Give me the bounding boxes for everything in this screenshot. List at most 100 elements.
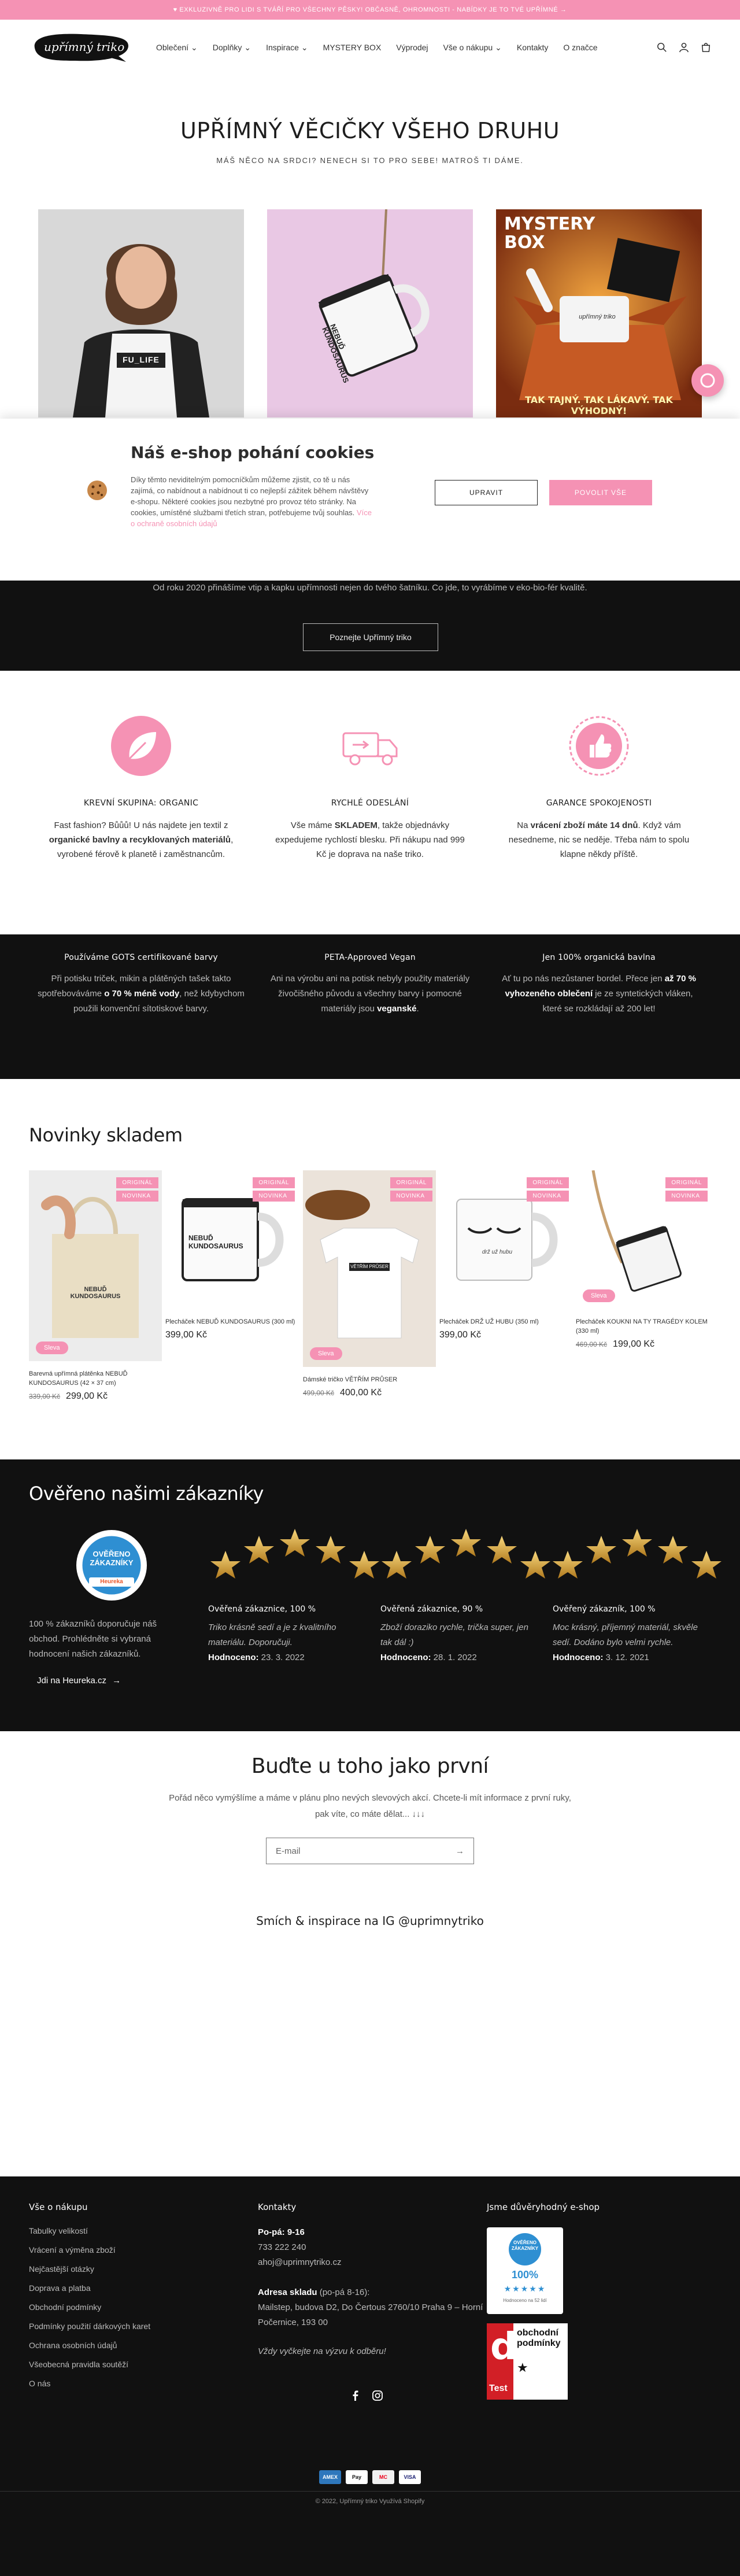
chevron-down-icon: ⌄ [244,42,251,52]
promo-card-mystery-box[interactable]: MYSTERY BOX upřímný triko TAK TAJNÝ. TAK… [496,209,702,417]
thumbs-up-badge-icon [569,716,629,776]
social-links [350,2390,383,2401]
promo-card-tshirt[interactable]: FU_LIFE [38,209,244,417]
footer-link[interactable]: Podmínky použití dárkových karet [29,2322,150,2331]
about-section: Od roku 2020 přinášíme vtip a kapku upří… [0,581,740,671]
product-card[interactable]: VĚTŘÍM PRŮSER ORIGINÁL NOVINKA Sleva Dáms… [303,1170,436,1398]
badge-original: ORIGINÁL [253,1177,295,1188]
leaf-icon [111,716,171,776]
nav-item-vse-o-nakupu[interactable]: Vše o nákupu ⌄ [443,43,502,53]
review-item: Ověřený zákazník, 100 % Moc krásný, příj… [553,1605,698,1662]
newsletter-text: Pořád něco vymýšlíme a máme v plánu plno… [169,1793,571,1819]
hero-title: UPŘÍMNÝ VĚCIČKY VŠEHO DRUHU [180,118,560,143]
cookie-allow-all-button[interactable]: POVOLIT VŠE [549,480,652,505]
nav-item-mystery-box[interactable]: MYSTERY BOX [323,43,382,53]
badge-original: ORIGINÁL [390,1177,432,1188]
footer-link[interactable]: Nejčastější otázky [29,2264,150,2274]
nav-item-kontakty[interactable]: Kontakty [517,43,548,53]
badge-new: NOVINKA [390,1191,432,1202]
mystery-cup-text: upřímný triko [579,313,616,320]
nav-item-obleceni[interactable]: Oblečení ⌄ [156,43,198,53]
footer-link[interactable]: Doprava a platba [29,2283,150,2293]
footer-phone[interactable]: 733 222 240 [258,2240,489,2255]
eco-gots: Používáme GOTS certifikované barvy Při p… [38,953,245,1014]
tshirt-product-text: VĚTŘÍM PRŮSER [350,1264,388,1269]
product-price: 399,00 Kč [439,1330,482,1340]
badge-new: NOVINKA [665,1191,708,1202]
search-icon[interactable] [657,42,667,53]
dtest-certificate[interactable]: d Test obchodní podmínky ★ [487,2323,568,2400]
product-name[interactable]: Plecháček DRŽ UŽ HUBU (350 ml) [439,1317,572,1326]
footer-link[interactable]: Ochrana osobních údajů [29,2341,150,2350]
site-footer: Vše o nákupu Tabulky velikostí Vrácení a… [0,2176,740,2576]
footer-email[interactable]: ahoj@uprimnytriko.cz [258,2255,489,2270]
footer-link[interactable]: Všeobecná pravidla soutěží [29,2360,150,2369]
cookie-text: Díky těmto neviditelným pomocníčkům může… [131,475,372,528]
nav-item-vyprodej[interactable]: Výprodej [396,43,428,53]
feature-organic: KREVNÍ SKUPINA: ORGANIC Fast fashion? Bů… [37,715,245,862]
product-card[interactable]: NEBUĎ KUNDOSAURUS ORIGINÁL NOVINKA Sleva … [29,1170,162,1402]
heureka-badge[interactable]: OVĚŘENO ZÁKAZNÍKY Heureka [75,1529,148,1602]
nav-item-o-znacce[interactable]: O značce [563,43,597,53]
mastercard-icon: MC [372,2470,394,2484]
footer-link[interactable]: Obchodní podmínky [29,2302,150,2312]
feature-shipping: RYCHLÉ ODESLÁNÍ Vše máme SKLADEM, takže … [266,715,474,862]
heureka-certificate[interactable]: OVĚŘENO ZÁKAZNÍKY 100% ★★★★★ Hodnoceno n… [487,2227,563,2314]
amex-icon: AMEX [319,2470,341,2484]
review-item: Ověřená zákaznice, 90 % Zboží doraziko r… [380,1605,528,1662]
sale-badge: Sleva [36,1341,68,1354]
product-image[interactable]: drž už hubu ORIGINÁL NOVINKA [439,1170,572,1309]
about-button[interactable]: Poznejte Upřímný triko [303,623,438,651]
five-stars-icon [382,1529,550,1579]
badge-new: NOVINKA [527,1191,569,1202]
product-price: 399,00 Kč [165,1330,208,1340]
product-name[interactable]: Plecháček NEBUĎ KUNDOSAURUS (300 ml) [165,1317,298,1326]
announcement-bar[interactable]: ♥ Exkluzivně pro lidi s tváří pro všechn… [0,0,740,20]
account-icon[interactable] [679,42,689,53]
product-image[interactable]: NEBUĎ KUNDOSAURUS ORIGINÁL NOVINKA [165,1170,298,1309]
review-item: Ověřená zákaznice, 100 % Triko krásně se… [208,1605,336,1662]
chat-button[interactable] [691,364,724,397]
footer-link[interactable]: Tabulky velikostí [29,2226,150,2235]
nav-item-inspirace[interactable]: Inspirace ⌄ [266,43,308,53]
badge-original: ORIGINÁL [527,1177,569,1188]
instagram-icon[interactable] [372,2390,383,2401]
footer-link[interactable]: O nás [29,2379,150,2388]
newsletter-email-input[interactable]: E-mail → [266,1838,474,1864]
product-card[interactable]: drž už hubu ORIGINÁL NOVINKA Plecháček DR… [439,1170,572,1340]
products-title: Novinky skladem [29,1124,183,1146]
heureka-stars: ★★★★★ [504,2284,546,2293]
logo[interactable]: upřímný triko [29,28,133,66]
cookie-icon [87,481,107,500]
cookie-adjust-button[interactable]: UPRAVIT [435,480,538,505]
mug-illustration [267,209,473,417]
product-card[interactable]: NEBUĎ KUNDOSAURUS ORIGINÁL NOVINKA Plechá… [165,1170,298,1340]
product-image[interactable]: ORIGINÁL NOVINKA Sleva [576,1170,711,1309]
feature-guarantee: GARANCE SPOKOJENOSTI Na vrácení zboží má… [495,715,703,862]
sale-badge: Sleva [310,1347,342,1360]
product-name[interactable]: Dámské tričko VĚTŘÍM PRŮSER [303,1375,436,1384]
heureka-link[interactable]: Jdi na Heureka.cz → [37,1676,121,1686]
tshirt-print-text: FU_LIFE [123,355,160,364]
cart-icon[interactable] [701,42,711,53]
payment-icons: AMEX Pay MC VISA [0,2470,740,2484]
tote-print-text: NEBUĎ KUNDOSAURUS [70,1286,121,1300]
chevron-down-icon: ⌄ [191,42,198,52]
arrow-right-icon[interactable]: → [456,1846,464,1856]
promo-card-mug[interactable]: NEBUĎ KUNDOSAURUS [267,209,473,417]
product-image[interactable]: NEBUĎ KUNDOSAURUS ORIGINÁL NOVINKA Sleva [29,1170,162,1361]
product-card[interactable]: ORIGINÁL NOVINKA Sleva Plecháček KOUKNI N… [576,1170,711,1350]
footer-col-trust: Jsme důvěryhodný e-shop OVĚŘENO ZÁKAZNÍK… [487,2202,600,2400]
product-name[interactable]: Barevná upřímná plátěnka NEBUĎ KUNDOSAUR… [29,1369,162,1388]
chat-icon [700,373,715,388]
badge-new: NOVINKA [253,1191,295,1202]
cookie-title: Náš e-shop pohání cookies [131,443,375,462]
five-stars-icon [553,1529,722,1579]
product-name[interactable]: Plecháček KOUKNI NA TY TRAGÉDY KOLEM (33… [576,1317,711,1336]
footer-link[interactable]: Vrácení a výměna zboží [29,2245,150,2255]
chevron-down-icon: ⌄ [301,42,308,52]
site-header: upřímný triko Oblečení ⌄ Doplňky ⌄ Inspira… [0,20,740,75]
nav-item-doplnky[interactable]: Doplňky ⌄ [213,43,251,53]
facebook-icon[interactable] [350,2390,361,2401]
product-image[interactable]: VĚTŘÍM PRŮSER ORIGINÁL NOVINKA Sleva [303,1170,436,1367]
